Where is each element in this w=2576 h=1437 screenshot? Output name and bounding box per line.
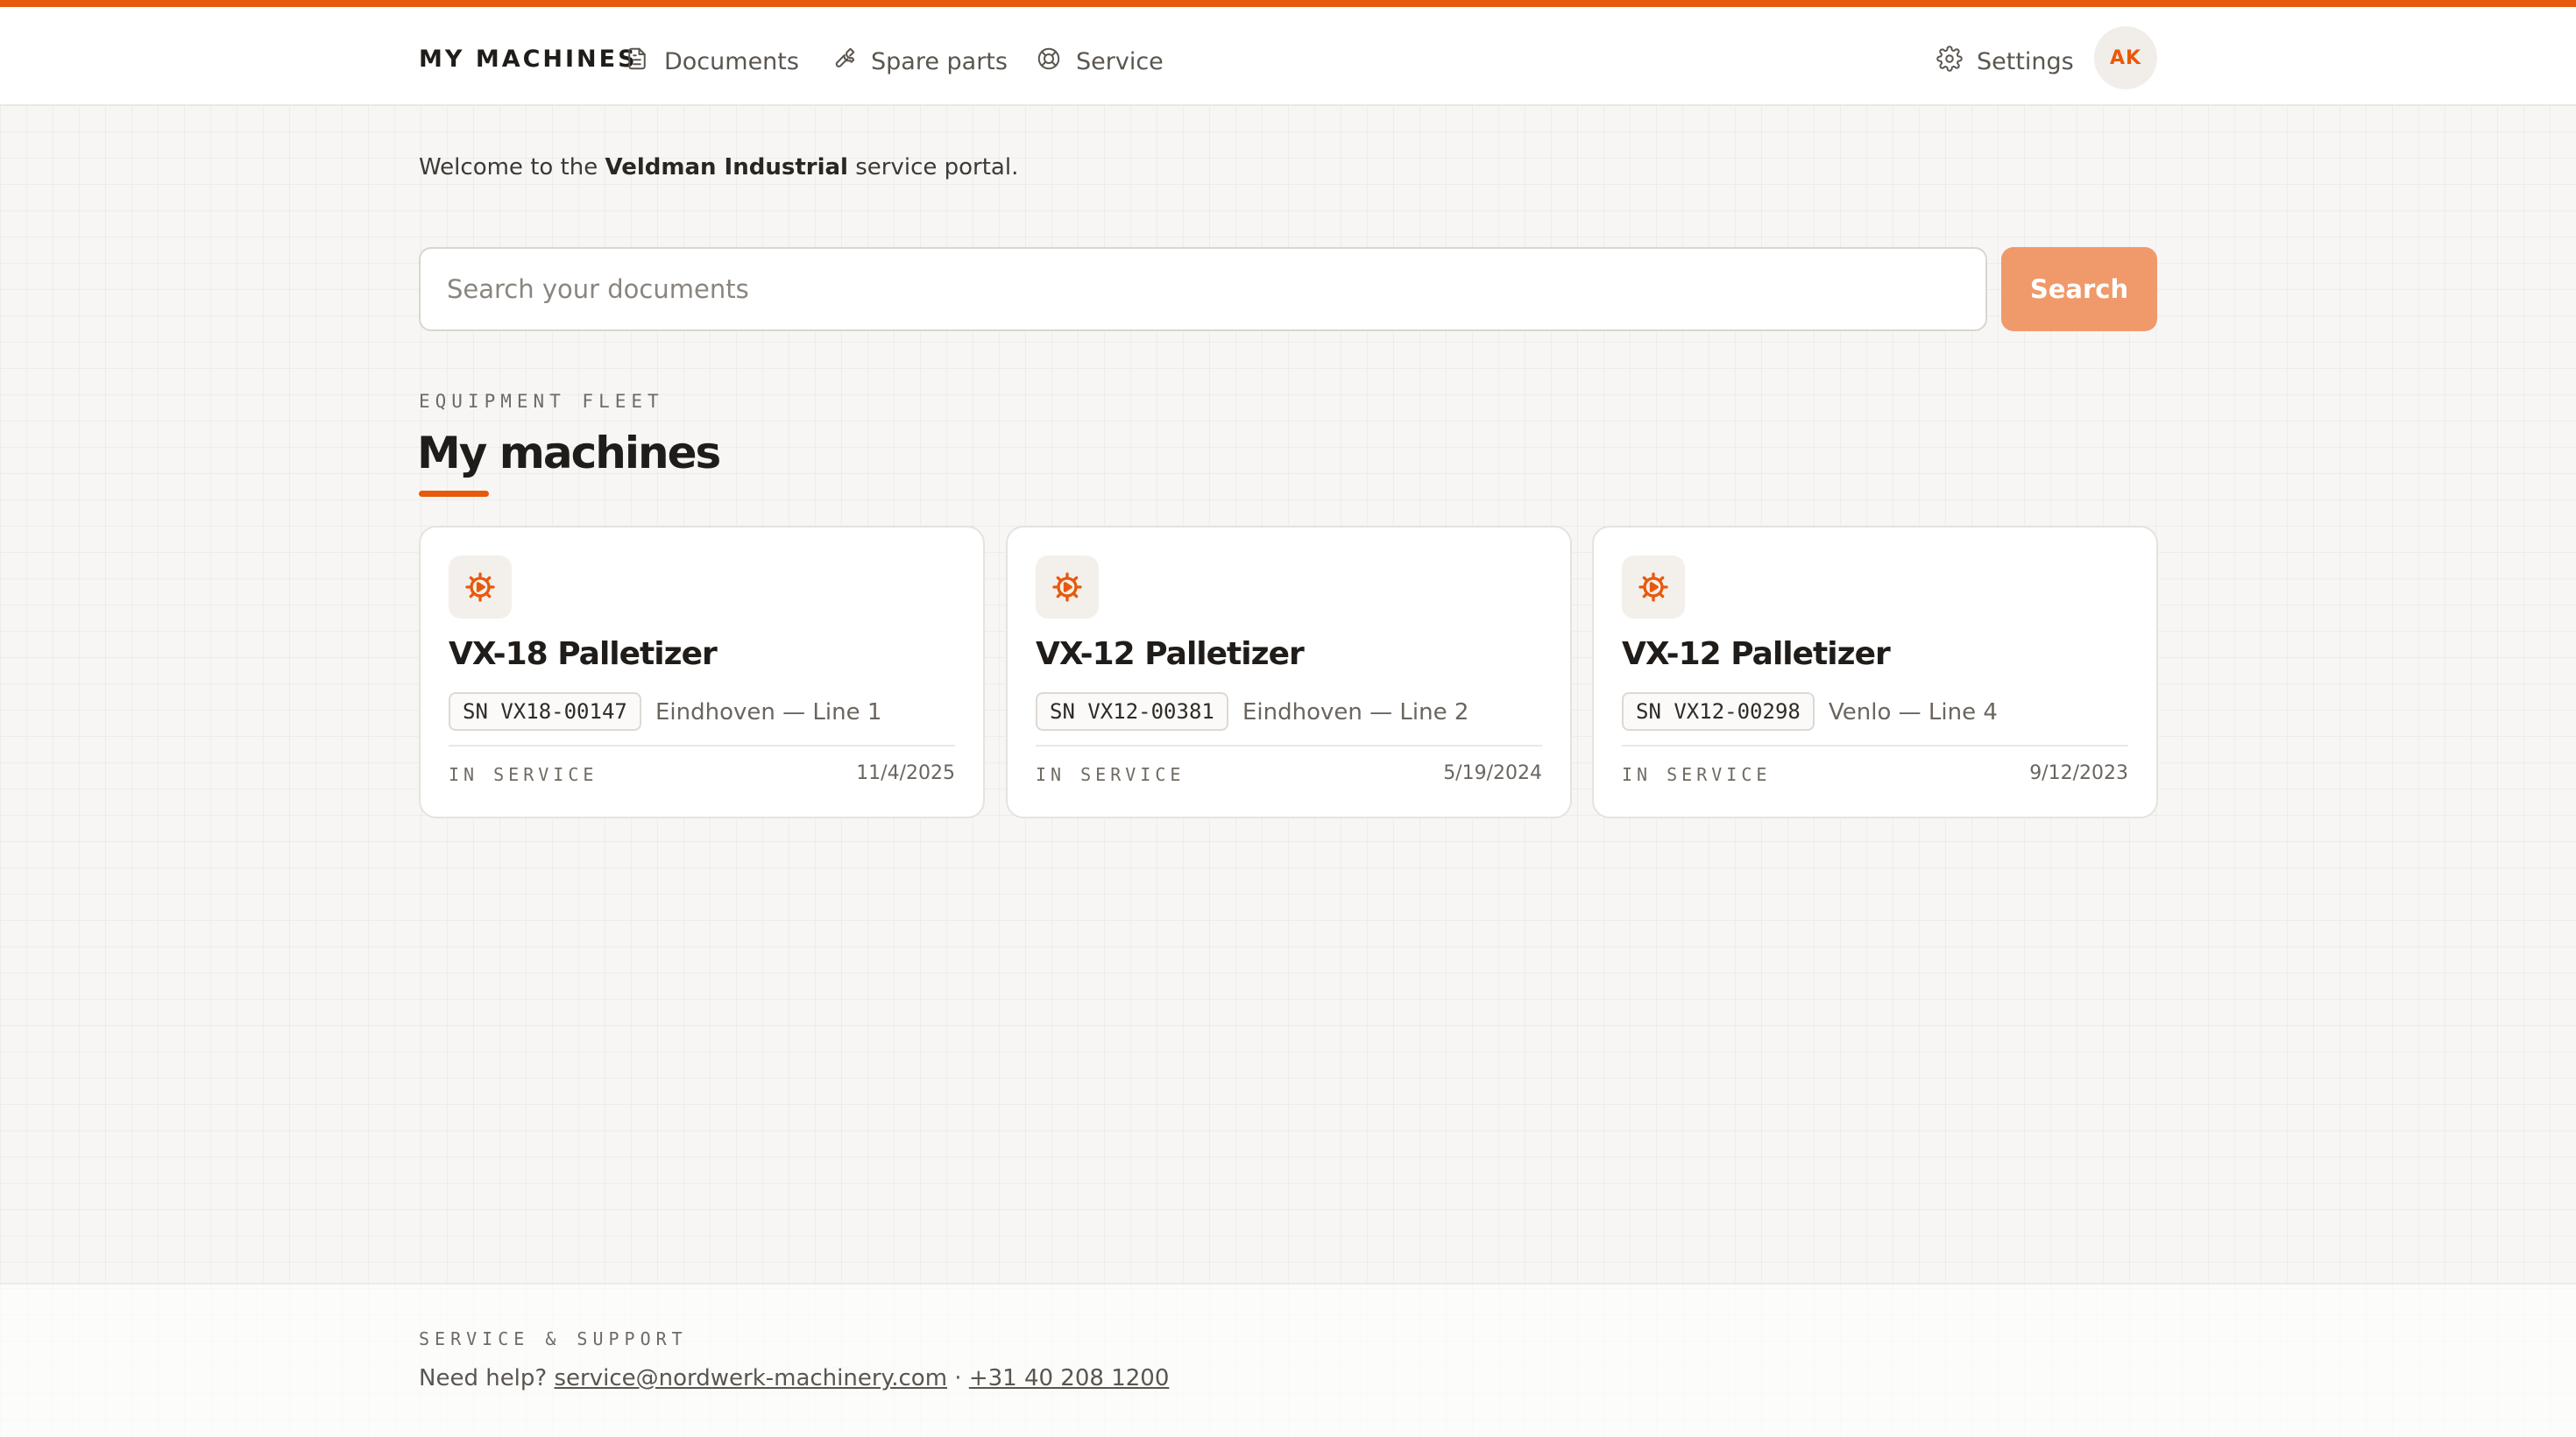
nav-spare-parts[interactable]: Spare parts [831, 42, 1008, 81]
machine-name: VX-12 Palletizer [1622, 636, 1891, 672]
serial-number-badge: SN VX18-00147 [449, 692, 641, 731]
machine-name: VX-18 Palletizer [449, 636, 718, 672]
gear-icon [1622, 556, 1685, 619]
machine-location: Venlo — Line 4 [1829, 699, 1998, 726]
card-divider [449, 745, 955, 747]
search-button[interactable]: Search [2001, 247, 2157, 331]
title-underline [419, 491, 489, 497]
footer-eyebrow: SERVICE & SUPPORT [419, 1328, 688, 1349]
welcome-prefix: Welcome to the [419, 154, 605, 181]
settings-button[interactable]: Settings [1936, 42, 2074, 81]
settings-label: Settings [1977, 47, 2074, 75]
document-icon [624, 46, 650, 78]
top-accent-bar [0, 0, 2576, 7]
service-date: 11/4/2025 [856, 762, 955, 784]
nav-documents[interactable]: Documents [624, 42, 799, 81]
top-header: MY MACHINES Documents Spare parts Servic… [0, 7, 2576, 106]
company-name: Veldman Industrial [605, 154, 848, 181]
machine-card[interactable]: VX-18 Palletizer SN VX18-00147 Eindhoven… [419, 526, 985, 818]
lifebuoy-icon [1036, 46, 1062, 78]
page-title: My machines [417, 428, 721, 478]
serial-number-badge: SN VX12-00381 [1036, 692, 1228, 731]
footer-contact: Need help? service@nordwerk-machinery.co… [419, 1365, 1169, 1391]
machine-name: VX-12 Palletizer [1036, 636, 1305, 672]
nav-service[interactable]: Service [1036, 42, 1164, 81]
service-date: 5/19/2024 [1443, 762, 1542, 784]
contact-separator: · [947, 1365, 969, 1391]
machine-location: Eindhoven — Line 2 [1242, 699, 1469, 726]
support-phone-link[interactable]: +31 40 208 1200 [969, 1365, 1170, 1391]
welcome-message: Welcome to the Veldman Industrial servic… [419, 154, 1018, 181]
machine-card[interactable]: VX-12 Palletizer SN VX12-00381 Eindhoven… [1006, 526, 1572, 818]
gear-icon [1936, 45, 1963, 78]
nav-spare-parts-label: Spare parts [871, 47, 1008, 75]
section-eyebrow: EQUIPMENT FLEET [419, 391, 664, 412]
machine-location: Eindhoven — Line 1 [655, 699, 882, 726]
nav-service-label: Service [1076, 47, 1164, 75]
status-label: IN SERVICE [1622, 764, 1772, 785]
support-email-link[interactable]: service@nordwerk-machinery.com [554, 1365, 947, 1391]
welcome-suffix: service portal. [847, 154, 1019, 181]
gear-icon [449, 556, 512, 619]
service-date: 9/12/2023 [2029, 762, 2128, 784]
brand-title[interactable]: MY MACHINES [419, 46, 638, 73]
nav-documents-label: Documents [664, 47, 799, 75]
wrench-icon [831, 46, 857, 78]
status-label: IN SERVICE [1036, 764, 1185, 785]
machine-card[interactable]: VX-12 Palletizer SN VX12-00298 Venlo — L… [1592, 526, 2158, 818]
status-label: IN SERVICE [449, 764, 598, 785]
support-footer: SERVICE & SUPPORT Need help? service@nor… [0, 1283, 2576, 1437]
card-divider [1036, 745, 1542, 747]
user-avatar[interactable]: AK [2094, 26, 2157, 89]
help-text: Need help? [419, 1365, 555, 1391]
gear-icon [1036, 556, 1099, 619]
serial-number-badge: SN VX12-00298 [1622, 692, 1815, 731]
card-divider [1622, 745, 2128, 747]
search-input[interactable] [419, 247, 1987, 331]
